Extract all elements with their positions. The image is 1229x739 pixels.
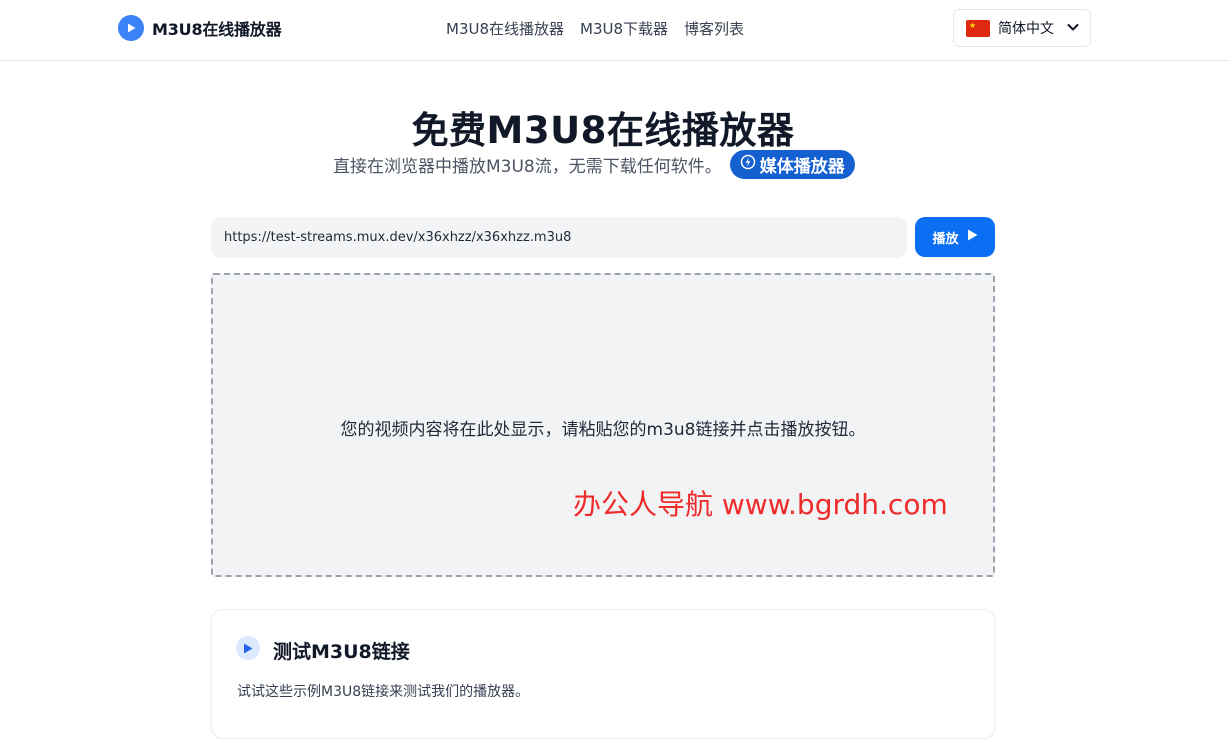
page-subtitle: 直接在浏览器中播放M3U8流，无需下载任何软件。	[333, 156, 722, 177]
play-button[interactable]: 播放	[915, 217, 995, 257]
main-nav: M3U8在线播放器 M3U8下载器 博客列表	[446, 18, 744, 39]
test-links-card: 测试M3U8链接 试试这些示例M3U8链接来测试我们的播放器。	[211, 609, 995, 739]
brand-name: M3U8在线播放器	[152, 20, 282, 39]
m3u8-url-input[interactable]	[211, 217, 907, 258]
china-flag-icon: ★	[966, 19, 990, 37]
language-label: 简体中文	[998, 21, 1054, 37]
nav-link-downloader[interactable]: M3U8下载器	[580, 18, 668, 39]
video-placeholder-text: 您的视频内容将在此处显示，请粘贴您的m3u8链接并点击播放按钮。	[340, 420, 866, 440]
subtitle-row: 直接在浏览器中播放M3U8流，无需下载任何软件。 媒体播放器	[333, 149, 855, 179]
play-icon	[967, 229, 978, 245]
page-title: 免费M3U8在线播放器	[411, 109, 795, 152]
test-links-description: 试试这些示例M3U8链接来测试我们的播放器。	[237, 684, 530, 700]
play-button-label: 播放	[932, 231, 959, 247]
play-circle-icon	[118, 15, 144, 41]
nav-link-blog[interactable]: 博客列表	[684, 18, 744, 39]
video-player-area[interactable]: 您的视频内容将在此处显示，请粘贴您的m3u8链接并点击播放按钮。 办公人导航 w…	[211, 273, 995, 577]
lightning-circle-icon	[740, 154, 756, 175]
chevron-down-icon	[1066, 19, 1080, 38]
nav-link-player[interactable]: M3U8在线播放器	[446, 18, 564, 39]
test-links-title: 测试M3U8链接	[273, 641, 410, 663]
media-player-badge[interactable]: 媒体播放器	[729, 149, 855, 179]
watermark-text: 办公人导航 www.bgrdh.com	[573, 488, 948, 521]
play-circle-icon	[236, 636, 260, 660]
language-selector[interactable]: ★ 简体中文	[953, 9, 1091, 47]
top-header: M3U8在线播放器 M3U8在线播放器 M3U8下载器 博客列表 ★ 简体中文	[0, 0, 1229, 61]
brand-logo-link[interactable]: M3U8在线播放器	[118, 15, 282, 41]
media-player-badge-label: 媒体播放器	[759, 156, 845, 177]
